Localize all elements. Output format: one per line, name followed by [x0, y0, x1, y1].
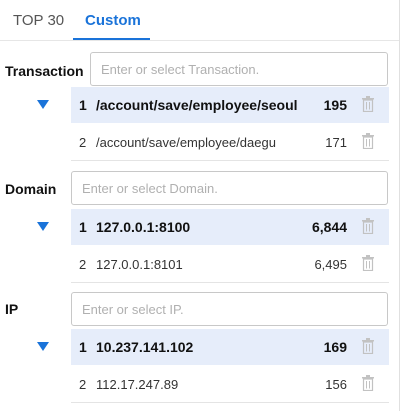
caret-down-icon[interactable] [37, 100, 49, 109]
row-rank: 2 [79, 257, 87, 272]
row-rank: 1 [79, 339, 87, 355]
ip-label: IP [5, 301, 19, 317]
row-name: 127.0.0.1:8100 [96, 219, 191, 235]
row-count: 156 [325, 377, 347, 392]
row-name: 10.237.141.102 [96, 339, 194, 355]
row-rank: 1 [79, 97, 87, 113]
caret-down-icon[interactable] [37, 342, 49, 351]
trash-icon[interactable] [361, 255, 375, 271]
transaction-label: Transaction [5, 63, 84, 79]
tab-bar-divider [0, 40, 400, 41]
ip-input[interactable] [71, 292, 388, 326]
row-count: 171 [325, 135, 347, 150]
tab-bar: TOP 30 Custom [0, 0, 400, 42]
domain-label: Domain [5, 181, 57, 197]
transaction-row-2[interactable]: 2 /account/save/employee/daegu 171 [71, 124, 389, 160]
row-name: 127.0.0.1:8101 [96, 257, 183, 272]
domain-row-1[interactable]: 1 127.0.0.1:8100 6,844 [37, 209, 389, 245]
tab-custom[interactable]: Custom [85, 12, 141, 29]
row-count: 195 [323, 97, 347, 113]
row-divider [71, 402, 389, 403]
row-rank: 2 [79, 377, 87, 392]
transaction-input[interactable] [90, 52, 388, 86]
row-count: 6,844 [311, 219, 347, 235]
domain-input[interactable] [71, 171, 388, 205]
trash-icon[interactable] [361, 218, 375, 234]
row-count: 6,495 [314, 257, 347, 272]
row-rank: 1 [79, 219, 87, 235]
row-name: /account/save/employee/daegu [96, 135, 276, 150]
trash-icon[interactable] [361, 338, 375, 354]
row-name: /account/save/employee/seoul [96, 97, 298, 113]
tab-top30[interactable]: TOP 30 [13, 12, 64, 29]
row-name: 112.17.247.89 [96, 377, 179, 392]
ip-row-1[interactable]: 1 10.237.141.102 169 [37, 329, 389, 365]
transaction-row-1[interactable]: 1 /account/save/employee/seoul 195 [37, 87, 389, 123]
row-rank: 2 [79, 135, 87, 150]
trash-icon[interactable] [361, 133, 375, 149]
trash-icon[interactable] [361, 96, 375, 112]
row-divider [71, 282, 389, 283]
row-divider [71, 160, 389, 161]
ip-row-2[interactable]: 2 112.17.247.89 156 [71, 366, 389, 402]
caret-down-icon[interactable] [37, 222, 49, 231]
trash-icon[interactable] [361, 375, 375, 391]
row-count: 169 [323, 339, 347, 355]
domain-row-2[interactable]: 2 127.0.0.1:8101 6,495 [71, 246, 389, 282]
